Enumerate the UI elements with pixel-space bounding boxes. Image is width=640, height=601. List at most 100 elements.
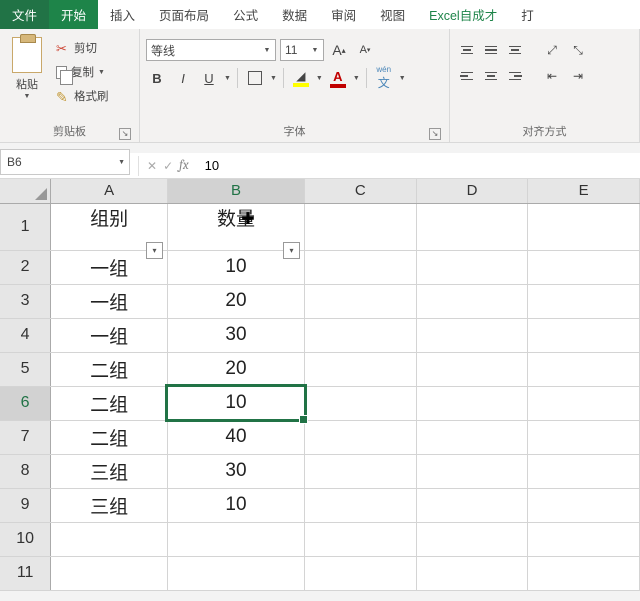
spreadsheet-grid: A B C D E 1 组别 ▾ ✚ 数量 ▾ 2一组10 3一组20 4一组3… <box>0 179 640 591</box>
font-size-value: 11 <box>285 43 297 57</box>
col-header-e[interactable]: E <box>528 179 640 203</box>
font-name-combo[interactable]: 等线▼ <box>146 39 276 61</box>
bold-button[interactable]: B <box>146 67 168 89</box>
chevron-down-icon[interactable]: ▼ <box>353 75 360 82</box>
chevron-down-icon[interactable]: ▼ <box>118 159 125 166</box>
cell-a5[interactable]: 二组 <box>51 352 168 386</box>
cell-a6[interactable]: 二组 <box>51 386 168 420</box>
cell-a1[interactable]: 组别 ▾ ✚ <box>51 203 168 250</box>
menu-custom[interactable]: Excel自成才 <box>417 0 509 29</box>
align-bottom-button[interactable] <box>504 39 526 61</box>
menu-view[interactable]: 视图 <box>368 0 417 29</box>
wen-label: wén <box>376 65 391 74</box>
align-center-button[interactable] <box>480 65 502 87</box>
fill-color-button[interactable]: ◢ <box>290 67 312 89</box>
filter-icon[interactable]: ▾ <box>146 242 163 259</box>
orientation-button-2[interactable]: ⤡ <box>566 39 590 61</box>
row-header[interactable]: 1 <box>0 203 51 250</box>
format-painter-button[interactable]: ✎ 格式刷 <box>52 85 113 107</box>
cell-b7[interactable]: 40 <box>167 420 304 454</box>
cut-button[interactable]: ✂ 剪切 <box>52 37 113 59</box>
phonetic-guide-button[interactable]: wén 文 <box>373 67 395 89</box>
increase-font-button[interactable]: A▴ <box>328 39 350 61</box>
increase-indent-button[interactable]: ⇥ <box>566 65 590 87</box>
decrease-indent-button[interactable]: ⇤ <box>540 65 564 87</box>
cell-b5[interactable]: 20 <box>167 352 304 386</box>
cancel-formula-button[interactable]: ✕ <box>147 159 157 173</box>
chevron-down-icon[interactable]: ▼ <box>98 69 105 76</box>
font-color-swatch <box>330 84 346 88</box>
header-group-label: 组别 <box>90 204 128 231</box>
cell-b4[interactable]: 30 <box>167 318 304 352</box>
font-color-button[interactable]: A <box>327 67 349 89</box>
cell-d1[interactable] <box>416 203 528 250</box>
cell-b9[interactable]: 10 <box>167 488 304 522</box>
col-header-c[interactable]: C <box>305 179 417 203</box>
italic-button[interactable]: I <box>172 67 194 89</box>
menu-formulas[interactable]: 公式 <box>221 0 270 29</box>
chevron-down-icon[interactable]: ▼ <box>24 93 31 100</box>
formula-input[interactable] <box>197 153 640 178</box>
underline-button[interactable]: U <box>198 67 220 89</box>
cell-b8[interactable]: 30 <box>167 454 304 488</box>
paste-button[interactable]: 粘贴 ▼ <box>6 33 48 121</box>
chevron-down-icon[interactable]: ▼ <box>316 75 323 82</box>
menu-page-layout[interactable]: 页面布局 <box>147 0 221 29</box>
row-header[interactable]: 9 <box>0 488 51 522</box>
cell-e1[interactable] <box>528 203 640 250</box>
font-size-combo[interactable]: 11 ▼ <box>280 39 324 61</box>
cell-a3[interactable]: 一组 <box>51 284 168 318</box>
dialog-launcher-icon[interactable]: ↘ <box>429 128 441 140</box>
row-header[interactable]: 7 <box>0 420 51 454</box>
row-header[interactable]: 10 <box>0 522 51 556</box>
copy-label: 复制 <box>71 64 94 80</box>
row-header[interactable]: 2 <box>0 250 51 284</box>
cell-a4[interactable]: 一组 <box>51 318 168 352</box>
row-header[interactable]: 5 <box>0 352 51 386</box>
cut-label: 剪切 <box>74 40 97 56</box>
filter-icon[interactable]: ▾ <box>283 242 300 259</box>
name-box[interactable]: B6 ▼ <box>0 149 130 175</box>
cell-b1[interactable]: 数量 ▾ <box>167 203 304 250</box>
cell-a8[interactable]: 三组 <box>51 454 168 488</box>
cell-b6[interactable]: 10 <box>167 386 304 420</box>
menu-home[interactable]: 开始 <box>49 0 98 29</box>
orientation-button-1[interactable]: ⤢ <box>540 39 564 61</box>
borders-button[interactable] <box>244 67 266 89</box>
align-top-button[interactable] <box>456 39 478 61</box>
col-header-d[interactable]: D <box>416 179 528 203</box>
chevron-down-icon[interactable]: ▼ <box>224 75 231 82</box>
decrease-font-button[interactable]: A▾ <box>354 39 376 61</box>
chevron-down-icon: ▼ <box>309 40 321 60</box>
row-header[interactable]: 6 <box>0 386 51 420</box>
cell-a7[interactable]: 二组 <box>51 420 168 454</box>
format-painter-label: 格式刷 <box>74 88 109 104</box>
chevron-down-icon[interactable]: ▼ <box>270 75 277 82</box>
menu-last[interactable]: 打 <box>509 0 546 29</box>
row-header[interactable]: 8 <box>0 454 51 488</box>
brush-icon: ✎ <box>56 89 70 103</box>
chevron-down-icon: ▼ <box>261 40 273 60</box>
align-left-button[interactable] <box>456 65 478 87</box>
fx-button[interactable]: fx <box>179 158 189 173</box>
fill-color-swatch <box>293 83 309 87</box>
enter-formula-button[interactable]: ✓ <box>163 159 173 173</box>
align-right-button[interactable] <box>504 65 526 87</box>
group-font: 等线▼ 11 ▼ A▴ A▾ B I U ▼ ▼ ◢ <box>140 29 450 142</box>
menu-data[interactable]: 数据 <box>270 0 319 29</box>
ribbon: 粘贴 ▼ ✂ 剪切 复制 ▼ ✎ 格式刷 剪贴板 ↘ <box>0 29 640 143</box>
align-middle-button[interactable] <box>480 39 502 61</box>
row-header[interactable]: 3 <box>0 284 51 318</box>
row-header[interactable]: 11 <box>0 556 51 590</box>
copy-button[interactable]: 复制 ▼ <box>52 61 113 83</box>
chevron-down-icon[interactable]: ▼ <box>399 75 406 82</box>
cell-c1[interactable] <box>305 203 417 250</box>
select-all-corner[interactable] <box>0 179 51 203</box>
dialog-launcher-icon[interactable]: ↘ <box>119 128 131 140</box>
row-header[interactable]: 4 <box>0 318 51 352</box>
cell-b3[interactable]: 20 <box>167 284 304 318</box>
menu-review[interactable]: 审阅 <box>319 0 368 29</box>
menu-file[interactable]: 文件 <box>0 0 49 29</box>
menu-insert[interactable]: 插入 <box>98 0 147 29</box>
cell-a9[interactable]: 三组 <box>51 488 168 522</box>
